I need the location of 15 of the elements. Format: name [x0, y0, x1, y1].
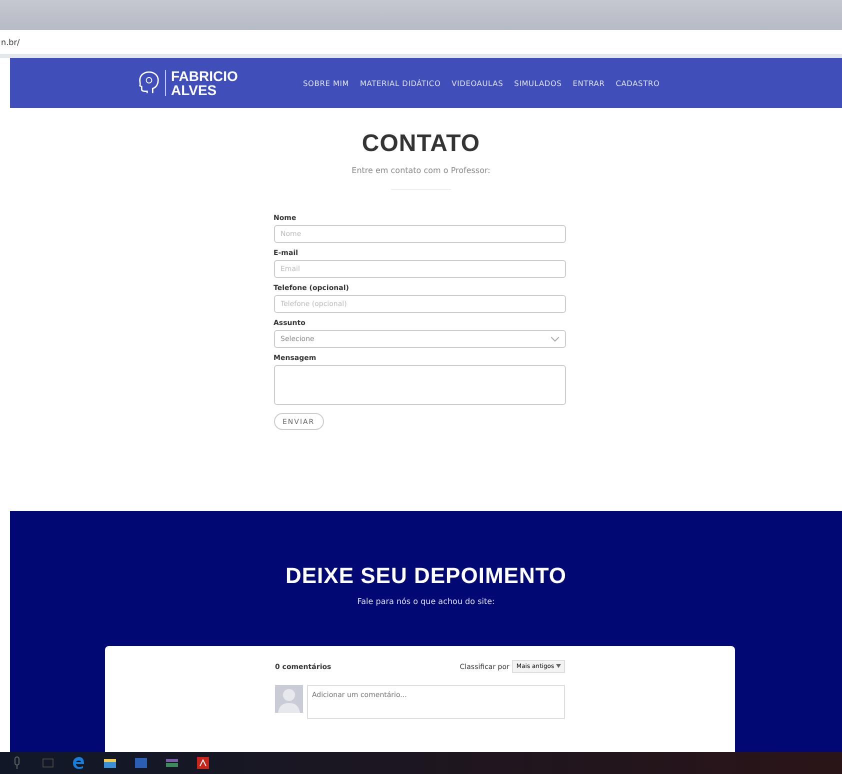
section-title: DEIXE SEU DEPOIMENTO [286, 563, 566, 589]
browser-icon[interactable] [72, 756, 86, 770]
chevron-down-icon [550, 336, 558, 342]
section-title: CONTATO [362, 130, 480, 158]
caret-icon [556, 664, 561, 668]
folder-icon[interactable] [103, 756, 117, 770]
head-icon [138, 71, 160, 95]
site-logo-text[interactable]: FABRICIO ALVES [171, 69, 238, 97]
document-icon[interactable] [134, 756, 148, 770]
avatar-icon [275, 685, 303, 713]
section-subtitle: Entre em contato com o Professor: [352, 166, 490, 175]
app-icon[interactable] [165, 756, 179, 770]
message-field[interactable] [274, 365, 566, 405]
pdf-icon[interactable] [196, 756, 210, 770]
section-subtitle: Fale para nós o que achou do site: [357, 597, 495, 606]
